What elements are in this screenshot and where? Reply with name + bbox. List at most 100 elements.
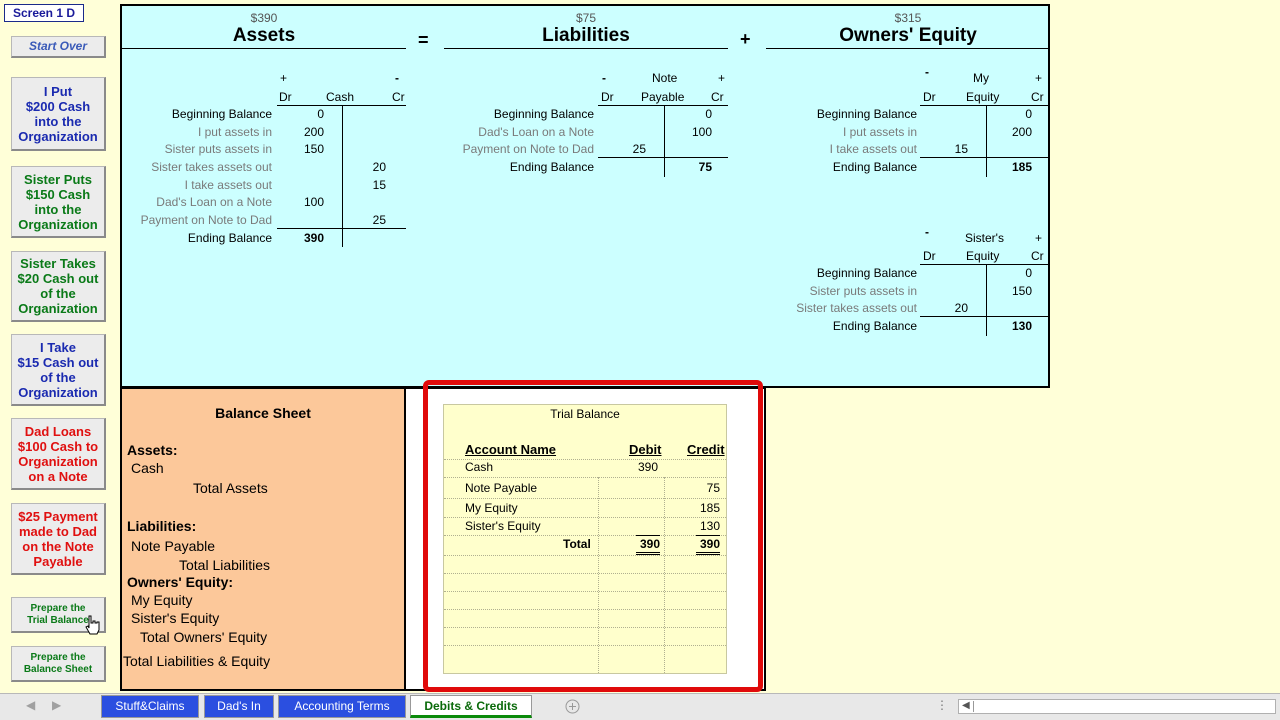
equity-header: $315 Owners' Equity <box>766 11 1050 49</box>
tb-rule <box>444 609 726 610</box>
tb-col-debit: Debit <box>629 442 662 457</box>
myequity-row-cr: 0 <box>1025 107 1032 121</box>
i-take-button[interactable]: I Take $15 Cash out of the Organization <box>11 334 106 406</box>
cash-row-label: Sister takes assets out <box>151 160 272 174</box>
tb-total-double-rule <box>696 552 720 555</box>
myequity-t-stem <box>986 105 987 177</box>
assets-header: $390 Assets <box>122 11 406 49</box>
bs-equity-heading: Owners' Equity: <box>127 574 234 590</box>
tab-debits-credits[interactable]: Debits & Credits <box>410 695 532 718</box>
note-row-cr: 100 <box>691 125 712 139</box>
tb-total-rule <box>696 535 720 536</box>
tb-total-rule <box>636 535 660 536</box>
cash-row-cr: 25 <box>372 213 386 227</box>
put-cash-button[interactable]: I Put $200 Cash into the Organization <box>11 77 106 151</box>
cash-t-stem <box>342 105 343 247</box>
tb-col-credit: Credit <box>687 442 725 457</box>
equals-sign: = <box>418 30 429 50</box>
sisequity-name1: Sister's <box>965 231 1004 245</box>
cash-row-label: Payment on Note to Dad <box>140 213 272 227</box>
bs-liabilities-heading: Liabilities: <box>127 518 197 534</box>
balance-sheet-title: Balance Sheet <box>215 405 311 421</box>
note-row-cr: 75 <box>698 160 712 174</box>
scroll-left-arrow-icon[interactable]: ◀ <box>962 700 970 711</box>
tb-row-credit: 130 <box>699 519 720 533</box>
bs-total-assets: Total Assets <box>193 480 268 496</box>
cash-ending-rule <box>277 228 406 229</box>
cash-row-dr: 0 <box>317 107 324 121</box>
tab-scroll-right-icon[interactable]: ▶ <box>52 698 61 712</box>
tb-col-rule <box>598 477 599 673</box>
cash-cr: Cr <box>392 90 405 104</box>
cash-dr: Dr <box>279 90 292 104</box>
myequity-row-cr: 185 <box>1011 160 1032 174</box>
cash-row-dr: 390 <box>303 231 324 245</box>
cash-row-dr: 150 <box>303 142 324 156</box>
sisequity-row-label: Beginning Balance <box>816 266 917 280</box>
sister-puts-button[interactable]: Sister Puts $150 Cash into the Organizat… <box>11 166 106 238</box>
trial-balance-table: Trial Balance Account Name Debit Credit … <box>443 404 727 674</box>
tb-row-credit: 185 <box>699 501 720 515</box>
dad-loans-button[interactable]: Dad Loans $100 Cash to Organization on a… <box>11 418 106 490</box>
scroll-thumb[interactable] <box>973 701 974 712</box>
note-row-label: Dad's Loan on a Note <box>478 125 594 139</box>
sisequity-row-dr: 20 <box>954 301 968 315</box>
tab-scroll-left-icon[interactable]: ◀ <box>26 698 35 712</box>
cash-row-cr: 20 <box>372 160 386 174</box>
tb-rule <box>444 535 726 536</box>
cash-row-label: I put assets in <box>197 125 272 139</box>
balance-sheet-panel: Balance Sheet Assets: Cash Total Assets … <box>120 387 406 691</box>
sisequity-row-cr: 150 <box>1011 284 1032 298</box>
horizontal-scrollbar[interactable]: ◀ <box>958 699 1276 714</box>
myequity-row-label: I take assets out <box>829 142 917 156</box>
myequity-row-label: Beginning Balance <box>816 107 917 121</box>
tb-rule <box>444 555 726 556</box>
sisequity-row-label: Sister takes assets out <box>796 301 917 315</box>
liabilities-title: Liabilities <box>444 25 728 49</box>
sisequity-plus: + <box>1035 231 1043 245</box>
tab-stuff-claims[interactable]: Stuff&Claims <box>101 695 199 718</box>
bs-total-owners-equity: Total Owners' Equity <box>140 629 268 645</box>
equity-title: Owners' Equity <box>766 25 1050 49</box>
plus-sign: + <box>740 29 751 49</box>
note-dr: Dr <box>601 90 614 104</box>
equity-amount: $315 <box>894 11 922 25</box>
bs-my-equity: My Equity <box>131 592 193 608</box>
note-row-label: Payment on Note to Dad <box>462 142 594 156</box>
myequity-row-label: I put assets in <box>842 125 917 139</box>
sheet-tab-bar: ◀ ▶ Stuff&Claims Dad's In Accounting Ter… <box>0 693 1280 720</box>
cash-plus: + <box>280 71 288 85</box>
prepare-balance-sheet-button[interactable]: Prepare the Balance Sheet <box>11 646 106 682</box>
tb-col-rule <box>664 477 665 673</box>
note-minus: - <box>602 71 606 85</box>
myequity-dr: Dr <box>923 90 936 104</box>
tab-accounting-terms[interactable]: Accounting Terms <box>278 695 406 718</box>
tb-rule <box>444 591 726 592</box>
myequity-plus: + <box>1035 71 1043 85</box>
sisequity-name2: Equity <box>966 249 1000 263</box>
payment-button[interactable]: $25 Payment made to Dad on the Note Paya… <box>11 503 106 575</box>
cash-row-dr: 100 <box>303 195 324 209</box>
hand-cursor-icon <box>85 615 100 635</box>
sisequity-t-stem <box>986 264 987 336</box>
note-t-stem <box>664 105 665 177</box>
note-row-label: Ending Balance <box>509 160 594 174</box>
start-over-button[interactable]: Start Over <box>11 36 106 58</box>
tb-rule <box>444 517 726 518</box>
tb-rule <box>444 573 726 574</box>
add-sheet-icon[interactable] <box>565 699 580 714</box>
myequity-row-label: Ending Balance <box>832 160 917 174</box>
tab-dads-in[interactable]: Dad's In <box>204 695 274 718</box>
sister-takes-button[interactable]: Sister Takes $20 Cash out of the Organiz… <box>11 251 106 322</box>
tb-col-account: Account Name <box>465 442 557 457</box>
note-row-label: Beginning Balance <box>493 107 594 121</box>
cash-row-label: I take assets out <box>184 178 272 192</box>
tb-total-debit: 390 <box>639 537 660 551</box>
myequity-name1: My <box>973 71 989 85</box>
myequity-cr: Cr <box>1031 90 1044 104</box>
myequity-row-dr: 15 <box>954 142 968 156</box>
assets-title: Assets <box>122 25 406 49</box>
myequity-row-cr: 200 <box>1011 125 1032 139</box>
cash-row-label: Ending Balance <box>187 231 272 245</box>
tab-split-handle-icon[interactable]: ⋮ <box>936 698 948 712</box>
